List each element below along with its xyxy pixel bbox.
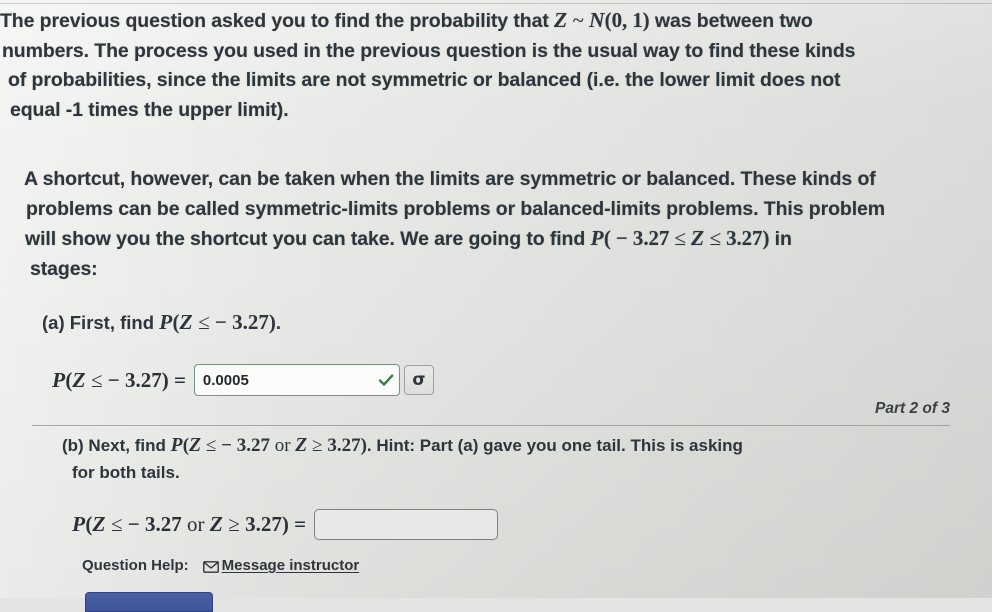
part-b-eq-le: ≤ <box>105 512 128 536</box>
paragraph-1-line-3: of probabilities, since the limits are n… <box>8 69 841 91</box>
part-b-eq-minus: − <box>127 512 145 536</box>
part-b-equation: P(Z ≤ − 3.27 or Z ≥ 3.27) = <box>72 512 306 537</box>
part-b-eq-upper-limit: 3.27 <box>245 512 282 536</box>
part-b-eq-variable-2: Z <box>209 512 224 536</box>
part-b-eq-variable-1: Z <box>92 512 106 536</box>
envelope-icon <box>202 560 219 573</box>
p2-upper-limit: 3.27 <box>726 226 763 250</box>
part-b-minus: − <box>221 435 237 456</box>
paragraph-1-line-2: numbers. The process you used in the pre… <box>2 39 856 62</box>
part-a-period: . <box>275 312 281 333</box>
part-a-le: ≤ <box>192 310 215 334</box>
section-divider <box>32 425 950 426</box>
part-a-prefix: (a) First, find <box>42 312 160 333</box>
part-a-eq-minus: − <box>107 367 125 392</box>
p2-variable: Z <box>691 226 705 250</box>
paragraph-2-line-3: will show you the shortcut you can take.… <box>24 224 885 255</box>
part-b-variable-1: Z <box>189 435 202 456</box>
sigma-icon: σ <box>412 370 426 390</box>
intro-paragraph-1: The previous question asked you to find … <box>0 6 856 125</box>
p2-paren-open: ( <box>603 226 616 250</box>
p2-le-2: ≤ <box>704 226 727 250</box>
part-b-equation-row: P(Z ≤ − 3.27 or Z ≥ 3.27) = <box>72 509 499 540</box>
paragraph-2-line-2: problems can be called symmetric-limits … <box>26 197 885 220</box>
p1-text-a: The previous question asked you to find … <box>0 10 555 32</box>
paragraph-2-line-4: stages: <box>30 257 98 280</box>
part-a-limit: 3.27 <box>232 310 269 334</box>
part-a-eq-variable: Z <box>72 367 86 392</box>
part-a-equation: P(Z ≤ − 3.27) = <box>52 368 186 393</box>
paragraph-1-line-4: equal -1 times the upper limit). <box>10 98 289 121</box>
part-progress-label: Part 2 of 3 <box>875 400 950 417</box>
p1-distribution-params: (0, 1) <box>604 8 650 32</box>
part-a-eq-le: ≤ <box>85 367 108 392</box>
part-b-hint: . Hint: Part (a) gave you one tail. This… <box>366 436 743 455</box>
part-a-equation-row: P(Z ≤ − 3.27) = 0.0005 σ <box>52 364 434 396</box>
p2-minus: − <box>615 226 633 250</box>
part-b-variable-2: Z <box>295 435 308 456</box>
part-b-or: or <box>269 435 296 456</box>
p2-le-1: ≤ <box>669 226 692 250</box>
part-b-prob-symbol: P <box>170 435 183 456</box>
p2-prob-symbol: P <box>590 226 604 250</box>
part-a-eq-equals: = <box>168 367 186 392</box>
p2-text-a: will show you the shortcut you can take.… <box>25 228 591 250</box>
part-a-paren-open: ( <box>172 310 180 334</box>
statistics-tool-button[interactable]: σ <box>403 365 434 395</box>
message-instructor-link[interactable]: Message instructor <box>222 557 360 574</box>
part-b-line-2: for both tails. <box>72 463 180 482</box>
part-a-eq-prob-symbol: P <box>52 367 66 392</box>
part-a-minus: − <box>214 310 233 334</box>
part-a-eq-paren-close: ) <box>161 367 169 392</box>
submit-button[interactable] <box>85 592 213 612</box>
part-a-variable: Z <box>179 310 193 334</box>
paragraph-1-line-1: The previous question asked you to find … <box>0 6 855 37</box>
p2-lower-limit: 3.27 <box>632 226 670 250</box>
part-b-eq-paren-close: ) <box>281 512 289 536</box>
p1-random-variable: Z <box>554 8 568 32</box>
part-a-prompt: (a) First, find P(Z ≤ − 3.27). <box>42 310 281 335</box>
part-a-answer-value[interactable]: 0.0005 <box>203 372 377 389</box>
question-help-row: Question Help: Message instructor <box>82 557 359 574</box>
part-b-ge: ≥ <box>307 435 328 456</box>
part-a-paren-close: ) <box>268 310 276 334</box>
part-b-eq-lower-limit: 3.27 <box>144 512 182 536</box>
p1-tilde: ~ <box>567 8 589 32</box>
part-b-eq-or: or <box>181 512 210 536</box>
part-b-lower-limit: 3.27 <box>236 435 270 456</box>
part-b-answer-field[interactable] <box>314 509 499 540</box>
part-b-eq-equals: = <box>288 512 307 536</box>
paragraph-2-line-1: A shortcut, however, can be taken when t… <box>24 168 876 190</box>
part-b-prefix: (b) Next, find <box>62 436 171 455</box>
check-icon <box>377 371 395 389</box>
part-b-line-1: (b) Next, find P(Z ≤ − 3.27 or Z ≥ 3.27)… <box>62 432 743 459</box>
part-a-prob-symbol: P <box>159 310 173 334</box>
p1-distribution: N <box>588 8 605 32</box>
top-divider <box>0 3 992 4</box>
question-help-label: Question Help: <box>82 557 189 574</box>
part-b-le: ≤ <box>201 435 222 456</box>
p2-text-b: in <box>769 228 792 250</box>
part-b-upper-limit: 3.27 <box>327 435 361 456</box>
intro-paragraph-2: A shortcut, however, can be taken when t… <box>24 165 885 284</box>
part-b-eq-prob-symbol: P <box>72 512 86 536</box>
part-b-prompt: (b) Next, find P(Z ≤ − 3.27 or Z ≥ 3.27)… <box>62 432 743 486</box>
part-b-eq-ge: ≥ <box>223 512 246 536</box>
part-a-answer-field[interactable]: 0.0005 <box>193 364 400 396</box>
part-a-eq-limit: 3.27 <box>124 367 162 392</box>
p1-text-b: was between two <box>649 10 813 32</box>
